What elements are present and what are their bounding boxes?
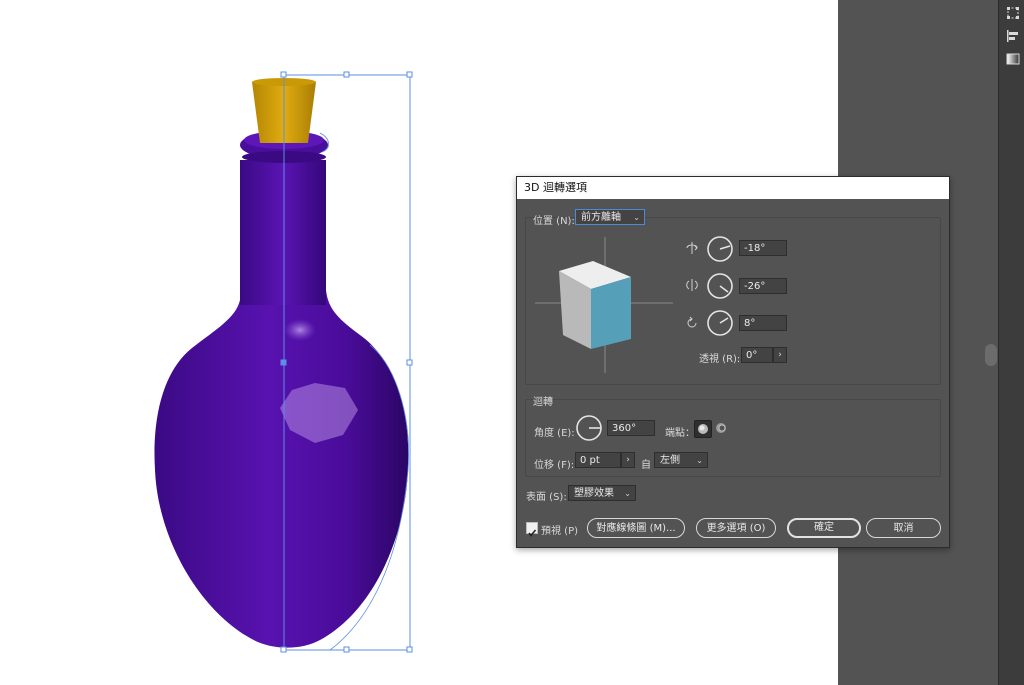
panel-icon-strip: [998, 0, 1024, 685]
offset-slider-button[interactable]: ›: [621, 452, 635, 468]
preview-label: 預視 (P): [541, 526, 579, 537]
perspective-field[interactable]: 0°: [741, 347, 773, 363]
revolve-section-label: 迴轉: [533, 397, 553, 408]
surface-dropdown[interactable]: 塑膠效果 ⌄: [568, 485, 636, 501]
surface-label: 表面 (S):: [526, 492, 567, 503]
map-art-button[interactable]: 對應線條圖 (M)...: [587, 518, 685, 538]
cap-on-icon: [698, 424, 708, 434]
transform-icon[interactable]: [1006, 6, 1020, 20]
checkmark-icon: [528, 529, 537, 537]
cap-on-button[interactable]: [694, 420, 712, 438]
perspective-label: 透視 (R):: [699, 354, 741, 365]
y-axis-dial[interactable]: [706, 272, 734, 300]
ok-button[interactable]: 確定: [787, 518, 861, 538]
cancel-button[interactable]: 取消: [866, 518, 941, 538]
from-label: 自: [641, 460, 651, 471]
preview-checkbox[interactable]: [526, 522, 538, 537]
angle-field[interactable]: 360°: [607, 420, 655, 436]
cap-off-button[interactable]: [713, 420, 729, 436]
from-value: 左側: [660, 455, 680, 466]
cube-front-face: [591, 277, 631, 349]
y-rotation-field[interactable]: -26°: [739, 278, 787, 294]
z-axis-rotate-icon: [687, 316, 697, 328]
offset-label: 位移 (F):: [534, 460, 575, 471]
dialog-title-bar[interactable]: 3D 迴轉選項: [517, 177, 949, 199]
align-icon[interactable]: [1006, 29, 1020, 43]
perspective-slider-button[interactable]: ›: [773, 347, 787, 363]
position-label: 位置 (N):: [533, 216, 575, 227]
chevron-down-icon: ⌄: [633, 213, 640, 222]
x-axis-rotate-icon: [686, 242, 698, 254]
z-rotation-field[interactable]: 8°: [739, 315, 787, 331]
position-dropdown[interactable]: 前方離軸 ⌄: [575, 209, 645, 225]
3d-revolve-options-dialog: 3D 迴轉選項 位置 (N): 前方離軸 ⌄ -18° -26° 8° 透視 (…: [516, 176, 950, 548]
y-axis-rotate-icon: [686, 279, 698, 291]
surface-value: 塑膠效果: [574, 488, 614, 499]
chevron-down-icon: ⌄: [624, 489, 631, 498]
more-options-button[interactable]: 更多選項 (O): [696, 518, 776, 538]
from-dropdown[interactable]: 左側 ⌄: [654, 452, 708, 468]
position-value: 前方離軸: [581, 212, 621, 223]
gradient-icon[interactable]: [1006, 52, 1020, 66]
angle-label: 角度 (E):: [534, 428, 575, 439]
chevron-right-icon: ›: [626, 455, 630, 465]
angle-dial[interactable]: [575, 414, 603, 442]
track-cube[interactable]: [535, 237, 675, 375]
x-rotation-field[interactable]: -18°: [739, 240, 787, 256]
cap-label: 端點：: [665, 428, 695, 439]
chevron-right-icon: ›: [778, 350, 782, 360]
dialog-title: 3D 迴轉選項: [524, 181, 587, 194]
z-axis-dial[interactable]: [706, 309, 734, 337]
cap-off-icon: [716, 423, 726, 433]
panel-scroll-handle[interactable]: [985, 344, 997, 366]
x-axis-dial[interactable]: [706, 235, 734, 263]
offset-field[interactable]: 0 pt: [575, 452, 621, 468]
chevron-down-icon: ⌄: [696, 456, 703, 465]
